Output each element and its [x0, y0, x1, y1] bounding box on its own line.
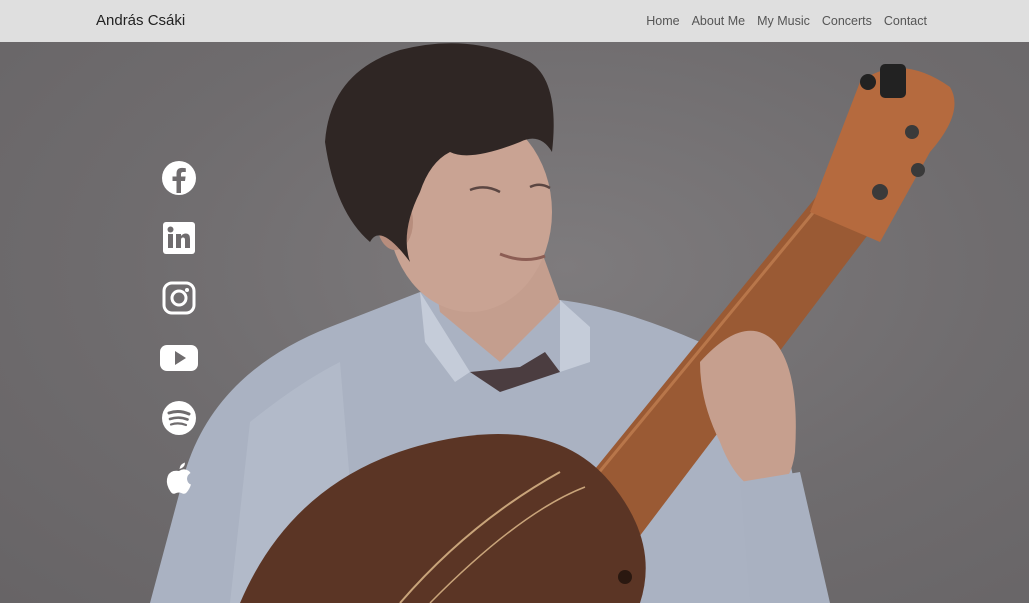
social-links [160, 160, 198, 496]
linkedin-link[interactable] [160, 220, 198, 256]
hero-section [0, 42, 1029, 603]
youtube-link[interactable] [160, 340, 198, 376]
facebook-link[interactable] [160, 160, 198, 196]
hero-photo [150, 43, 955, 603]
nav-contact[interactable]: Contact [884, 14, 927, 28]
nav-concerts[interactable]: Concerts [822, 14, 872, 28]
spotify-link[interactable] [160, 400, 198, 436]
brand-link[interactable]: András Csáki [96, 12, 185, 29]
youtube-icon [160, 345, 198, 371]
instagram-icon [162, 281, 196, 315]
apple-icon [166, 462, 191, 494]
nav-about-me[interactable]: About Me [692, 14, 746, 28]
spotify-icon [162, 401, 196, 435]
navbar: András Csáki Home About Me My Music Conc… [0, 0, 1029, 42]
nav-my-music[interactable]: My Music [757, 14, 810, 28]
instagram-link[interactable] [160, 280, 198, 316]
nav-home[interactable]: Home [646, 14, 679, 28]
apple-link[interactable] [160, 460, 198, 496]
linkedin-icon [163, 222, 195, 254]
facebook-icon [162, 161, 196, 195]
main-nav: Home About Me My Music Concerts Contact [646, 14, 927, 28]
